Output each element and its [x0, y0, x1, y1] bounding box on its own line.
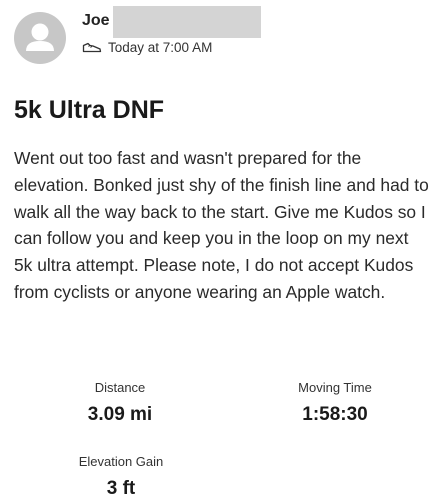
- stat-value: 3 ft: [106, 478, 136, 499]
- stat-moving-time: Moving Time 1:58:30: [275, 380, 395, 426]
- stat-distance: Distance 3.09 mi: [60, 380, 180, 426]
- stat-value: 3.09 mi: [87, 404, 153, 425]
- user-silhouette-icon: [26, 23, 54, 51]
- activity-description: Went out too fast and wasn't prepared fo…: [14, 148, 429, 302]
- activity-meta: Today at 7:00 AM: [82, 40, 212, 55]
- stat-label: Moving Time: [298, 380, 372, 395]
- author-name[interactable]: Joe: [82, 12, 110, 30]
- avatar[interactable]: [14, 12, 66, 64]
- shoe-icon: [82, 41, 102, 54]
- redacted-surname: [113, 6, 261, 38]
- stat-label: Distance: [94, 380, 146, 395]
- activity-timestamp: Today at 7:00 AM: [108, 40, 213, 55]
- stat-value: 1:58:30: [302, 404, 368, 425]
- stat-label: Elevation Gain: [78, 454, 164, 469]
- stat-elevation-gain: Elevation Gain 3 ft: [61, 454, 181, 500]
- activity-title[interactable]: 5k Ultra DNF: [14, 96, 164, 125]
